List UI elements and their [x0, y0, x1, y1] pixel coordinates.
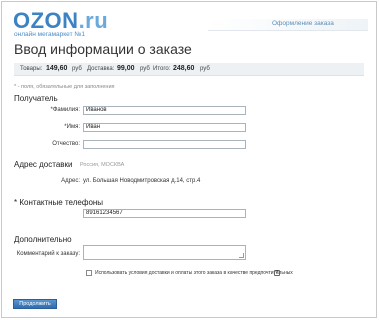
- name-label: *Имя:: [64, 124, 80, 130]
- logo-domain: .ru: [78, 8, 109, 33]
- recipient-heading: Получатель: [14, 94, 58, 103]
- address-value: ул. Большая Новодмитровская д.14, стр.4: [83, 178, 201, 184]
- address-heading: Адрес доставки: [14, 160, 73, 169]
- delivery-unit: руб: [140, 66, 150, 72]
- surname-input[interactable]: Иванов: [83, 106, 246, 115]
- order-summary-bar: Товары: 149,60 руб Доставка: 99,00 руб И…: [14, 63, 364, 76]
- patronymic-input[interactable]: [83, 140, 246, 149]
- delivery-label: Доставка:: [87, 66, 115, 72]
- goods-label: Товары:: [20, 66, 43, 72]
- total-label: Итого:: [153, 66, 171, 72]
- total-value: 248,60: [173, 65, 195, 72]
- address-label: Адрес:: [61, 178, 80, 184]
- resize-handle[interactable]: [239, 253, 244, 258]
- continue-button[interactable]: Продолжить: [13, 299, 57, 309]
- phone-input[interactable]: 89161234567: [83, 209, 246, 218]
- page-title: Ввод информации о заказе: [14, 41, 192, 57]
- total-unit: руб: [200, 66, 210, 72]
- comment-label: Комментарий к заказу:: [16, 251, 80, 257]
- ozon-logo[interactable]: OZON.ru: [13, 10, 108, 32]
- address-region: Россия, МОСКВА: [80, 162, 125, 168]
- additional-heading: Дополнительно: [14, 235, 72, 244]
- phones-heading: * Контактные телефоны: [14, 198, 104, 207]
- name-input[interactable]: Иван: [83, 123, 246, 132]
- surname-label: *Фамилия:: [50, 107, 80, 113]
- logo-name: OZON: [13, 8, 79, 33]
- save-preferences-label: Использовать условия доставки и оплаты э…: [95, 270, 293, 276]
- checkout-step-link[interactable]: Оформление заказа: [272, 20, 334, 27]
- help-icon[interactable]: ?: [274, 270, 280, 276]
- required-fields-note: * - поля, обязательные для заполнения: [14, 84, 115, 90]
- patronymic-label: Отчество:: [52, 141, 80, 147]
- comment-textarea[interactable]: [83, 245, 246, 260]
- delivery-value: 99,00: [117, 65, 135, 72]
- goods-unit: руб: [72, 66, 82, 72]
- save-preferences-checkbox[interactable]: [86, 270, 92, 276]
- logo-tagline: онлайн мегамаркет №1: [14, 31, 85, 38]
- goods-value: 149,60: [46, 65, 68, 72]
